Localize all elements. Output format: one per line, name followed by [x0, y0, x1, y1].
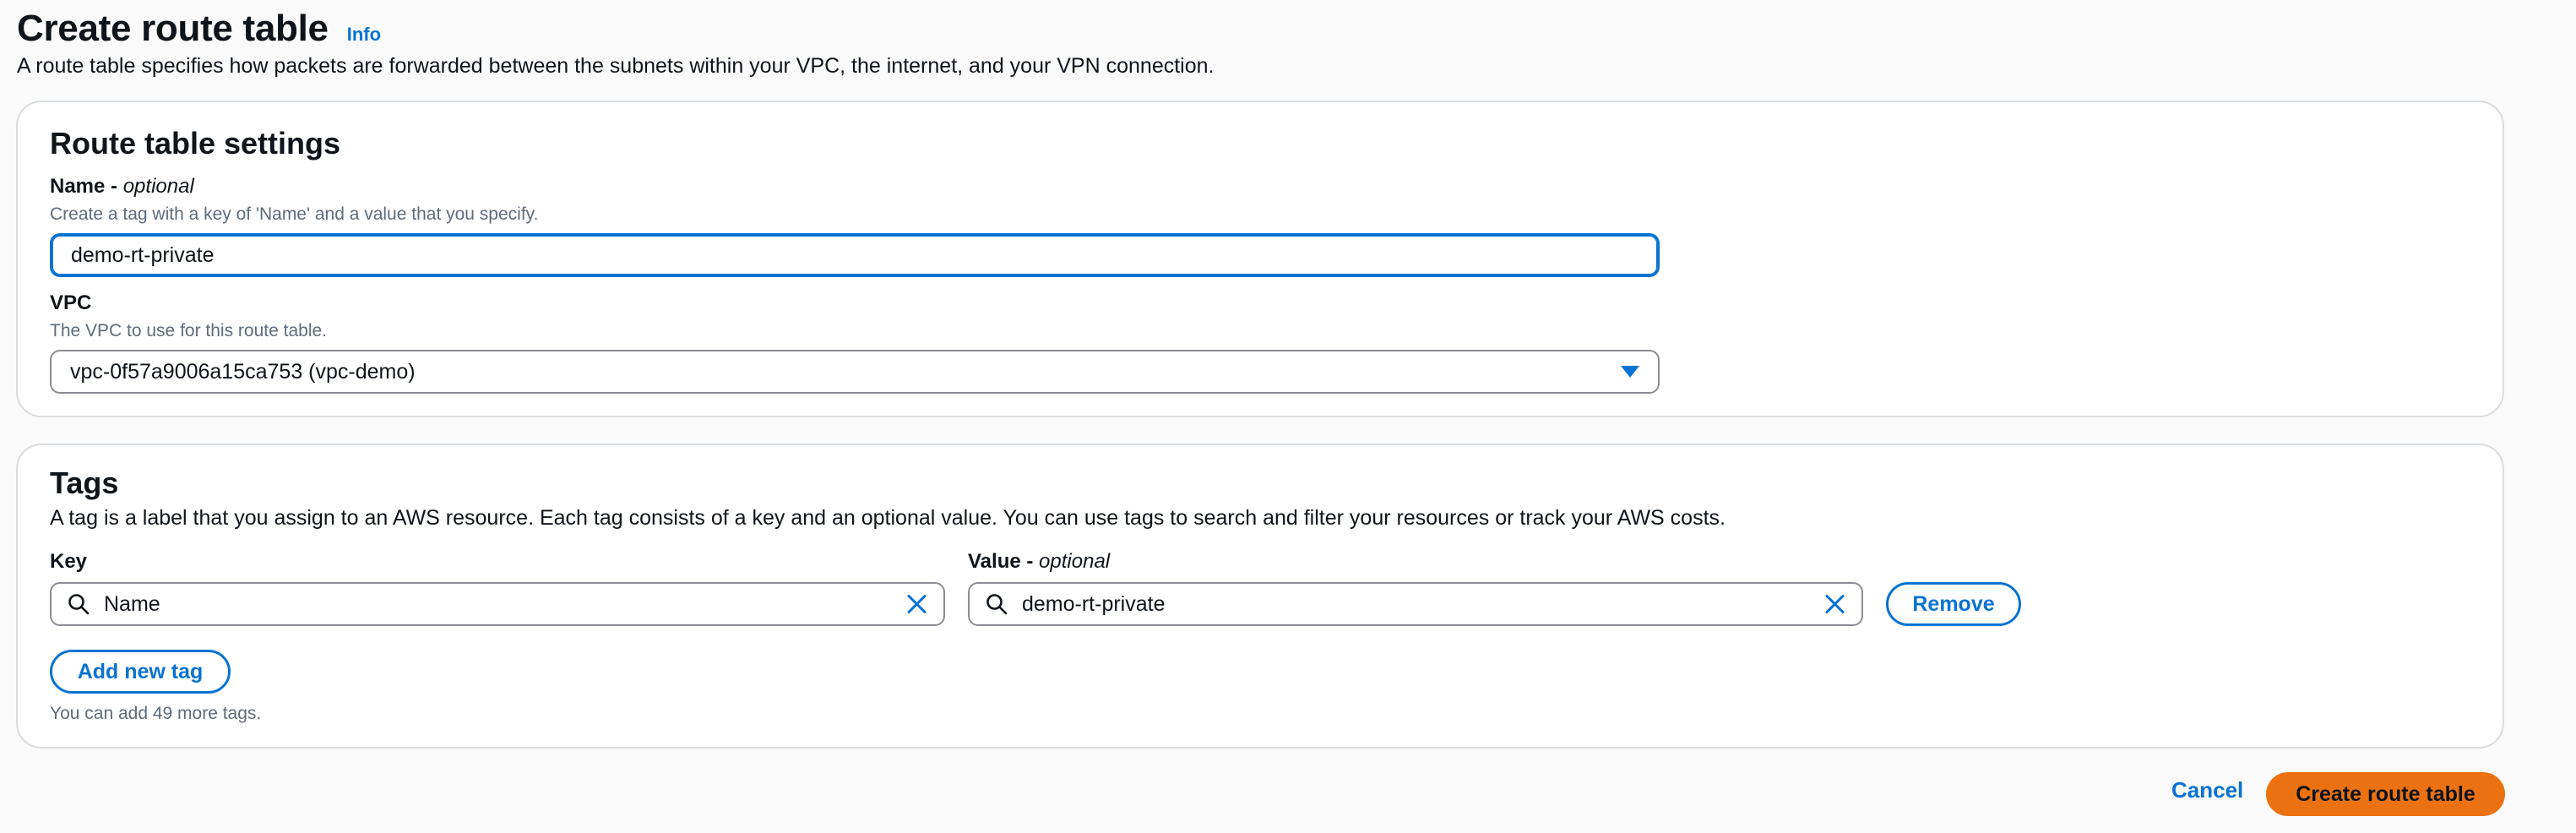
vpc-hint: The VPC to use for this route table. — [50, 321, 328, 340]
add-new-tag-button[interactable]: Add new tag — [50, 650, 231, 694]
panel-title-tags: Tags — [50, 466, 119, 500]
tag-value-input[interactable]: demo-rt-private — [968, 582, 1863, 626]
vpc-select[interactable]: vpc-0f57a9006a15ca753 (vpc-demo) — [50, 350, 1660, 394]
create-route-table-button[interactable]: Create route table — [2266, 772, 2505, 816]
tag-key-input[interactable]: Name — [50, 582, 945, 626]
tag-key-value: Name — [104, 591, 160, 616]
page-title: Create route table — [17, 8, 329, 49]
value-label-text: Value - — [968, 550, 1040, 573]
name-field-value: demo-rt-private — [71, 242, 215, 267]
name-label: Name - optional — [50, 175, 194, 199]
tags-description: A tag is a label that you assign to an A… — [50, 506, 1725, 530]
caret-down-icon — [1621, 366, 1639, 378]
search-icon — [68, 594, 90, 615]
page-description: A route table specifies how packets are … — [17, 54, 1215, 78]
close-icon[interactable] — [905, 591, 930, 617]
value-label: Value - optional — [968, 550, 1110, 574]
name-hint: Create a tag with a key of 'Name' and a … — [50, 204, 539, 224]
cancel-button[interactable]: Cancel — [2171, 777, 2243, 803]
name-label-text: Name - — [50, 175, 123, 198]
page-header: Create route table Info — [17, 3, 381, 54]
vpc-select-value: vpc-0f57a9006a15ca753 (vpc-demo) — [70, 359, 416, 384]
search-icon — [986, 594, 1008, 615]
tag-limit-text: You can add 49 more tags. — [50, 704, 262, 723]
panel-title-settings: Route table settings — [50, 126, 341, 161]
name-optional-text: optional — [122, 175, 194, 198]
remove-tag-button[interactable]: Remove — [1886, 582, 2021, 626]
create-route-table-page: Create route table Info A route table sp… — [0, 0, 2576, 833]
vpc-label: VPC — [50, 291, 92, 314]
tag-value-value: demo-rt-private — [1022, 591, 1166, 616]
key-label: Key — [50, 550, 88, 573]
close-icon[interactable] — [1823, 591, 1848, 617]
info-link[interactable]: Info — [347, 24, 381, 46]
name-field[interactable]: demo-rt-private — [50, 233, 1660, 277]
value-optional-text: optional — [1039, 550, 1111, 573]
route-table-settings-panel: Route table settings Name - optional Cre… — [16, 101, 2504, 417]
tags-panel: Tags A tag is a label that you assign to… — [16, 444, 2504, 749]
